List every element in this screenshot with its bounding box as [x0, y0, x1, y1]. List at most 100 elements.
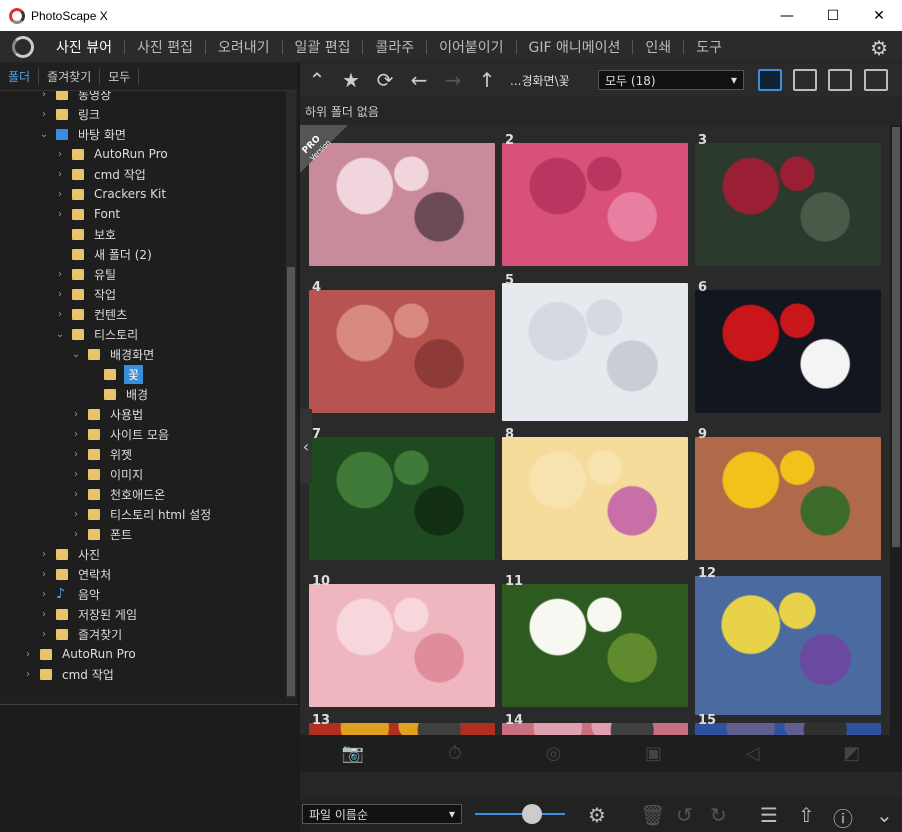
tree-node[interactable]: › 사진 [38, 544, 102, 564]
expand-arrow-icon[interactable]: › [54, 209, 66, 220]
expand-arrow-icon[interactable]: › [70, 529, 82, 540]
expand-arrow-icon[interactable]: › [54, 269, 66, 280]
expand-arrow-icon[interactable]: › [54, 169, 66, 180]
adjust-sliders-icon[interactable]: ☰ [760, 803, 778, 827]
minimize-button[interactable]: — [764, 0, 810, 31]
tree-node[interactable]: 새 폴더 (2) [54, 244, 154, 264]
grid-scrollbar[interactable] [890, 125, 902, 735]
tree-node[interactable]: › cmd 작업 [22, 664, 116, 684]
tree-node[interactable]: › 컨텐츠 [54, 304, 129, 324]
expand-arrow-icon[interactable]: › [70, 449, 82, 460]
folder-tree-scrollbar[interactable] [286, 91, 296, 698]
tree-node[interactable]: ⌄ 배경화면 [70, 344, 156, 364]
expand-arrow-icon[interactable]: › [38, 589, 50, 600]
expand-arrow-icon[interactable]: ⌄ [70, 349, 82, 360]
expand-arrow-icon[interactable]: › [70, 429, 82, 440]
folder-tab[interactable]: 폴더 [0, 68, 40, 85]
tree-node[interactable]: › 위젯 [70, 444, 134, 464]
tree-node[interactable]: › 유틸 [54, 264, 118, 284]
list-view-icon[interactable] [793, 69, 817, 91]
expand-arrow-icon[interactable]: › [54, 289, 66, 300]
tree-node[interactable]: › AutoRun Pro [22, 644, 138, 664]
menu-item[interactable]: 사진 뷰어 [44, 37, 124, 57]
star-icon[interactable]: ★ [334, 68, 368, 92]
filter-dropdown[interactable]: 모두 (18) ▾ [598, 70, 744, 90]
tree-node[interactable]: › 천호애드온 [70, 484, 167, 504]
scrollbar-thumb[interactable] [892, 127, 900, 547]
tree-node[interactable]: › 폰트 [70, 524, 134, 544]
tree-node[interactable]: 꽃 [86, 364, 144, 384]
tree-node[interactable]: ⌄ 바탕 화면 [38, 124, 128, 144]
tree-node[interactable]: › 사이트 모음 [70, 424, 171, 444]
tree-node[interactable]: › Font [54, 204, 122, 224]
expand-arrow-icon[interactable]: › [70, 509, 82, 520]
expand-arrow-icon[interactable]: › [22, 669, 34, 680]
tree-node[interactable]: 보호 [54, 224, 118, 244]
back-arrow-icon[interactable]: ← [402, 68, 436, 92]
settings-gear-icon[interactable]: ⚙ [588, 803, 606, 827]
sort-dropdown[interactable]: 파일 이름순 ▾ [302, 804, 462, 824]
chevron-down-icon[interactable]: ⌄ [876, 803, 893, 827]
menu-item[interactable]: 이어붙이기 [427, 37, 515, 57]
settings-gear-icon[interactable]: ⚙ [870, 36, 888, 60]
tree-node[interactable]: › 연락처 [38, 564, 113, 584]
expand-arrow-icon[interactable]: › [22, 649, 34, 660]
tree-node[interactable]: › 사용법 [70, 404, 145, 424]
grid-view-icon[interactable] [758, 69, 782, 91]
trash-icon[interactable]: 🗑 [640, 803, 665, 827]
tree-node[interactable]: › 즐겨찾기 [38, 624, 124, 644]
tree-node[interactable]: › 이미지 [70, 464, 145, 484]
menu-item[interactable]: 오려내기 [206, 37, 282, 57]
menu-item[interactable]: 도구 [684, 37, 734, 57]
tree-node[interactable]: › 티스토리 html 설정 [70, 504, 213, 524]
expand-arrow-icon[interactable]: › [54, 149, 66, 160]
refresh-icon[interactable]: ⟳ [368, 68, 402, 92]
expand-arrow-icon[interactable]: › [38, 91, 50, 100]
folder-tab[interactable]: 즐겨찾기 [39, 68, 101, 85]
expand-arrow-icon[interactable]: › [70, 489, 82, 500]
rotate-left-icon[interactable]: ↺ [676, 803, 693, 827]
tree-node[interactable]: ⌄ 티스토리 [54, 324, 140, 344]
tree-node[interactable]: › AutoRun Pro [54, 144, 170, 164]
expand-arrow-icon[interactable]: ⌄ [38, 129, 50, 140]
expand-arrow-icon[interactable]: › [38, 609, 50, 620]
menu-item[interactable]: 일괄 편집 [283, 37, 363, 57]
folder-tab[interactable]: 모두 [100, 68, 140, 85]
close-button[interactable]: ✕ [856, 0, 902, 31]
maximize-button[interactable]: ☐ [810, 0, 856, 31]
tree-node[interactable]: › ♪ 음악 [38, 584, 102, 604]
expand-arrow-icon[interactable]: › [38, 549, 50, 560]
single-view-icon[interactable] [828, 69, 852, 91]
expand-arrow-icon[interactable]: › [70, 469, 82, 480]
tree-node[interactable]: › 동영상 [38, 91, 113, 104]
tree-node[interactable]: › cmd 작업 [54, 164, 148, 184]
expand-arrow-icon[interactable]: › [54, 189, 66, 200]
thumbnail-size-slider[interactable] [475, 813, 565, 815]
tree-node[interactable]: › 링크 [38, 104, 102, 124]
expand-arrow-icon[interactable]: › [70, 409, 82, 420]
rotate-right-icon[interactable]: ↻ [710, 803, 727, 827]
expand-arrow-icon[interactable]: ⌄ [54, 329, 66, 340]
collapse-panel-icon[interactable]: ‹ [300, 409, 312, 483]
tree-node[interactable]: › Crackers Kit [54, 184, 168, 204]
up-arrow-icon[interactable]: ↑ [470, 68, 504, 92]
menu-item[interactable]: 인쇄 [633, 37, 683, 57]
tree-node[interactable]: 배경 [86, 384, 150, 404]
menu-item[interactable]: 콜라주 [363, 37, 426, 57]
home-icon[interactable] [12, 35, 34, 58]
scrollbar-thumb[interactable] [287, 267, 295, 696]
menu-item[interactable]: GIF 애니메이션 [517, 37, 633, 57]
expand-arrow-icon[interactable]: › [38, 569, 50, 580]
tree-node[interactable]: › 작업 [54, 284, 118, 304]
expand-arrow-icon[interactable]: › [38, 109, 50, 120]
info-icon[interactable]: ⓘ [833, 803, 853, 832]
forward-arrow-icon[interactable]: → [436, 68, 470, 92]
menu-item[interactable]: 사진 편집 [125, 37, 205, 57]
upload-icon[interactable]: ⇧ [798, 803, 815, 827]
expand-arrow-icon[interactable]: › [54, 309, 66, 320]
collapse-up-icon[interactable]: ⌃ [300, 68, 334, 92]
slider-knob[interactable] [522, 804, 542, 824]
fullscreen-icon[interactable] [864, 69, 888, 91]
expand-arrow-icon[interactable]: › [38, 629, 50, 640]
tree-node[interactable]: › 저장된 게임 [38, 604, 139, 624]
